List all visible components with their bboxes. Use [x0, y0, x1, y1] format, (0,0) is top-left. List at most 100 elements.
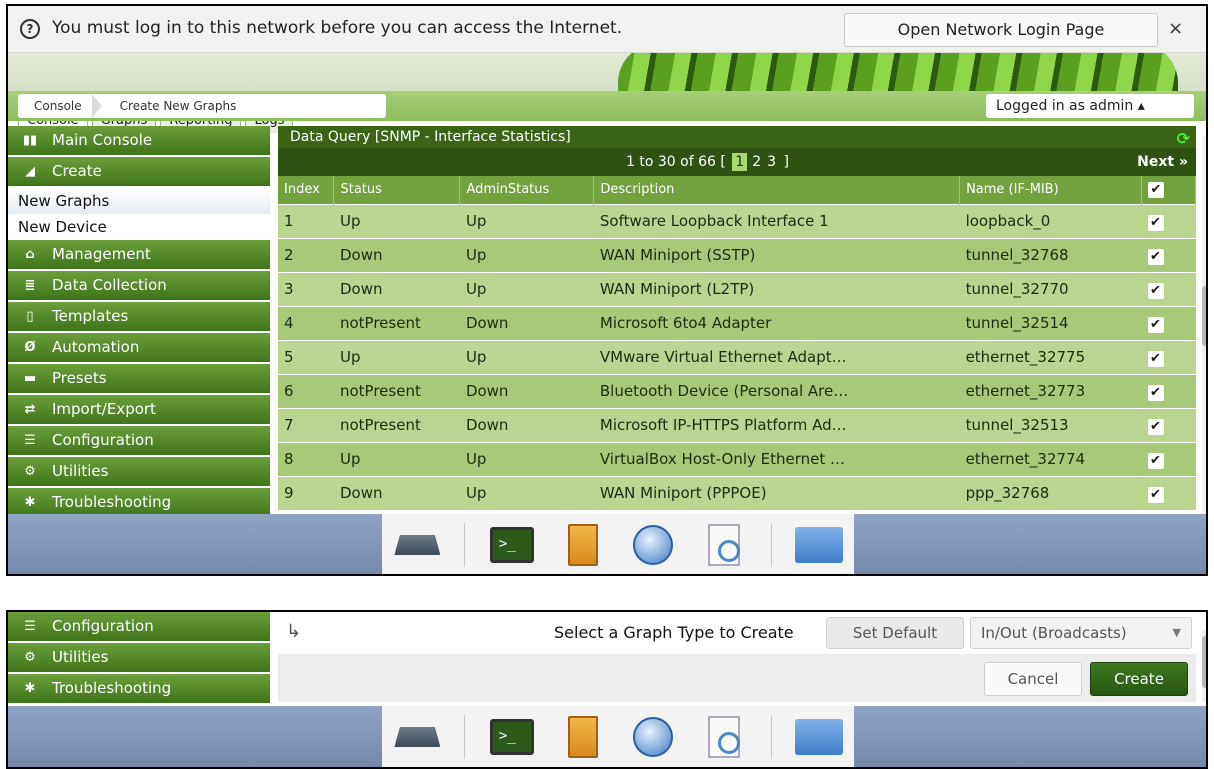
sidebar-item-label: Main Console [52, 131, 153, 149]
breadcrumb-console[interactable]: Console [18, 94, 104, 118]
table-cell: Up [333, 441, 460, 476]
page-link-2[interactable]: 2 [749, 148, 764, 176]
sidebar-item-utilities[interactable]: ⚙ Utilities [8, 457, 270, 486]
row-checkbox-cell[interactable]: ✔ [1141, 237, 1196, 272]
table-cell: Up [459, 203, 594, 238]
open-network-login-button[interactable]: Open Network Login Page [844, 13, 1158, 47]
row-checkbox-cell[interactable]: ✔ [1141, 407, 1196, 442]
document-search-icon-glyph [708, 716, 741, 758]
refresh-icon[interactable]: ⟳ [1177, 128, 1190, 150]
table-row[interactable]: 9 Down Up WAN Miniport (PPPOE) ppp_32768 ✔ [278, 475, 1196, 510]
document-search-icon[interactable] [700, 715, 748, 759]
table-cell: 8 [278, 441, 334, 476]
table-cell: notPresent [333, 373, 460, 408]
breadcrumb-create-new-graphs[interactable]: Create New Graphs [104, 94, 259, 118]
sidebar-item-configuration[interactable]: ☰ Configuration [8, 426, 270, 455]
close-icon[interactable]: × [1168, 18, 1183, 39]
folder-icon[interactable] [794, 523, 843, 567]
sidebar-subitem-new-graphs[interactable]: New Graphs [8, 188, 270, 214]
row-checkbox[interactable]: ✔ [1147, 350, 1164, 367]
sidebar-item-troubleshooting[interactable]: ✱ Troubleshooting [8, 674, 270, 703]
table-row[interactable]: 3 Down Up WAN Miniport (L2TP) tunnel_32770 ✔ [278, 271, 1196, 306]
sidebar-item-label: Templates [52, 307, 129, 325]
table-cell: 9 [278, 475, 334, 510]
table-row[interactable]: 1 Up Up Software Loopback Interface 1 loopba… [278, 203, 1196, 238]
sidebar-item-troubleshooting[interactable]: ✱ Troubleshooting [8, 488, 270, 517]
sidebar-item-templates[interactable]: ▯ Templates [8, 302, 270, 331]
file-cabinet-icon[interactable] [559, 715, 607, 759]
column-header: Description [593, 176, 961, 204]
sidebar-subitem-new-device[interactable]: New Device [8, 214, 270, 240]
table-row[interactable]: 7 notPresent Down Microsoft IP-HTTPS Platfo… [278, 407, 1196, 442]
row-checkbox-cell[interactable]: ✔ [1141, 339, 1196, 374]
row-checkbox[interactable]: ✔ [1147, 384, 1164, 401]
table-row[interactable]: 8 Up Up VirtualBox Host-Only Ethernet … ethe… [278, 441, 1196, 476]
select-all-checkbox[interactable]: ✔ [1148, 181, 1164, 198]
row-checkbox-cell[interactable]: ✔ [1141, 271, 1196, 306]
exchange-icon: ⇄ [24, 402, 36, 417]
sidebar-item-automation[interactable]: Ø Automation [8, 333, 270, 362]
row-checkbox[interactable]: ✔ [1147, 282, 1164, 299]
table-cell: Up [459, 475, 594, 510]
set-default-button[interactable]: Set Default [826, 617, 964, 649]
row-checkbox[interactable]: ✔ [1147, 418, 1164, 435]
select-all-header[interactable]: ✔ [1141, 176, 1196, 204]
network-icon[interactable] [393, 715, 441, 759]
row-checkbox[interactable]: ✔ [1147, 486, 1164, 503]
table-cell: WAN Miniport (PPPOE) [593, 475, 960, 510]
sidebar-item-utilities[interactable]: ⚙ Utilities [8, 643, 270, 672]
template-icon: ▯ [26, 309, 34, 324]
cacti-logo-decoration [598, 53, 1206, 91]
globe-icon-glyph [633, 717, 674, 757]
sidebar-item-create[interactable]: ◢ Create [8, 157, 270, 186]
dock-separator [770, 523, 772, 567]
table-cell: ethernet_32775 [959, 339, 1142, 374]
user-menu[interactable]: Logged in as admin ▴ [986, 94, 1194, 118]
file-cabinet-icon-glyph [567, 524, 598, 566]
create-button[interactable]: Create [1090, 662, 1188, 696]
page-link-3[interactable]: 3 [764, 148, 779, 176]
sidebar-item-label: Utilities [52, 462, 109, 480]
vertical-scrollbar-lower[interactable] [1202, 630, 1206, 702]
globe-icon[interactable] [629, 715, 677, 759]
dock-separator [464, 715, 466, 759]
file-cabinet-icon[interactable] [559, 523, 607, 567]
row-checkbox-cell[interactable]: ✔ [1141, 475, 1196, 510]
row-checkbox-cell[interactable]: ✔ [1141, 373, 1196, 408]
dock-separator [770, 715, 772, 759]
graph-type-select[interactable]: In/Out (Broadcasts) ▼ [970, 617, 1192, 649]
page-link-1[interactable]: 1 [732, 153, 748, 171]
table-row[interactable]: 2 Down Up WAN Miniport (SSTP) tunnel_32768 ✔ [278, 237, 1196, 272]
sidebar-item-import-export[interactable]: ⇄ Import/Export [8, 395, 270, 424]
table-row[interactable]: 4 notPresent Down Microsoft 6to4 Adapter tun… [278, 305, 1196, 340]
table-cell: Down [333, 237, 460, 272]
document-search-icon[interactable] [700, 523, 748, 567]
terminal-icon[interactable]: >_ [488, 715, 536, 759]
sidebar-item-label: Troubleshooting [52, 679, 172, 697]
table-cell: loopback_0 [959, 203, 1142, 238]
row-checkbox[interactable]: ✔ [1147, 316, 1164, 333]
row-checkbox[interactable]: ✔ [1147, 248, 1164, 265]
vertical-scrollbar[interactable] [1202, 136, 1206, 516]
row-checkbox-cell[interactable]: ✔ [1141, 203, 1196, 238]
table-row[interactable]: 6 notPresent Down Bluetooth Device (Persona… [278, 373, 1196, 408]
table-cell: 2 [278, 237, 334, 272]
table-cell: 5 [278, 339, 334, 374]
network-icon[interactable] [393, 523, 441, 567]
globe-icon[interactable] [629, 523, 677, 567]
sidebar-item-management[interactable]: ⌂ Management [8, 240, 270, 269]
folder-icon[interactable] [794, 715, 843, 759]
sidebar-item-main-console[interactable]: ▮▮ Main Console [8, 126, 270, 155]
row-checkbox-cell[interactable]: ✔ [1141, 441, 1196, 476]
terminal-icon[interactable]: >_ [488, 523, 536, 567]
column-header: Name (IF-MIB) [959, 176, 1142, 204]
sidebar-item-data-collection[interactable]: ≣ Data Collection [8, 271, 270, 300]
row-checkbox[interactable]: ✔ [1147, 214, 1164, 231]
table-row[interactable]: 5 Up Up VMware Virtual Ethernet Adapt… ether… [278, 339, 1196, 374]
next-page-link[interactable]: Next » [1137, 148, 1188, 176]
row-checkbox-cell[interactable]: ✔ [1141, 305, 1196, 340]
sidebar-item-presets[interactable]: ▬ Presets [8, 364, 270, 393]
sidebar-item-configuration[interactable]: ☰ Configuration [8, 612, 270, 641]
row-checkbox[interactable]: ✔ [1147, 452, 1164, 469]
cancel-button[interactable]: Cancel [984, 662, 1082, 696]
